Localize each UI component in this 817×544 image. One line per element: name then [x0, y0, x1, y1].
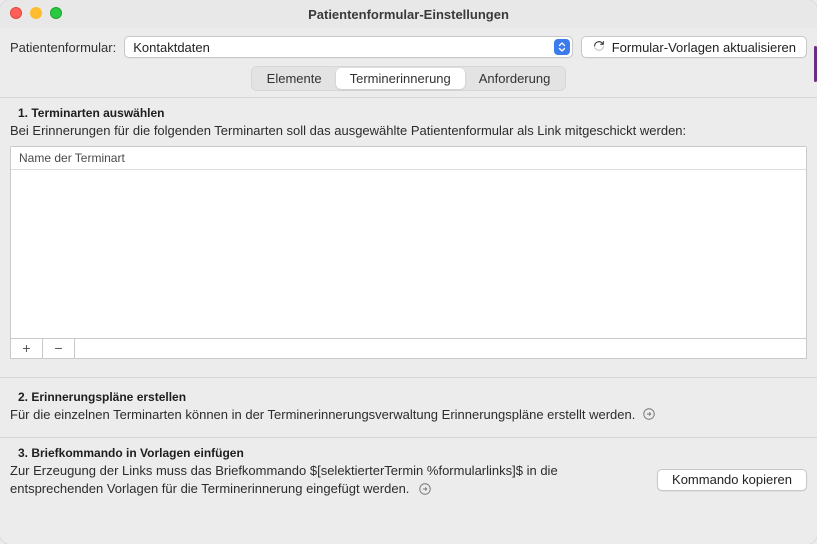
- tab-bar: Elemente Terminerinnerung Anforderung: [0, 66, 817, 97]
- titlebar: Patientenformular-Einstellungen: [0, 0, 817, 28]
- maximize-icon[interactable]: [50, 7, 62, 19]
- tab-terminerinnerung[interactable]: Terminerinnerung: [336, 68, 465, 89]
- minimize-icon[interactable]: [30, 7, 42, 19]
- section-2-heading: 2. Erinnerungspläne erstellen: [0, 382, 817, 406]
- settings-window: Patientenformular-Einstellungen Patiente…: [0, 0, 817, 544]
- section-1-heading: 1. Terminarten auswählen: [0, 98, 817, 122]
- table-column-header[interactable]: Name der Terminart: [11, 147, 806, 170]
- tab-anforderung[interactable]: Anforderung: [465, 68, 565, 89]
- jump-icon[interactable]: [417, 482, 432, 497]
- close-icon[interactable]: [10, 7, 22, 19]
- section-1-description: Bei Erinnerungen für die folgenden Termi…: [0, 122, 817, 146]
- form-select-value: Kontaktdaten: [133, 40, 554, 55]
- tab-elemente[interactable]: Elemente: [253, 68, 336, 89]
- section-2-description: Für die einzelnen Terminarten können in …: [10, 406, 635, 424]
- section-3-heading: 3. Briefkommando in Vorlagen einfügen: [0, 438, 817, 462]
- table-body[interactable]: [11, 170, 806, 338]
- chevron-up-down-icon: [554, 39, 570, 55]
- form-select[interactable]: Kontaktdaten: [124, 36, 573, 58]
- toolbar: Patientenformular: Kontaktdaten Formular…: [0, 28, 817, 66]
- appointment-type-table: Name der Terminart: [10, 146, 807, 339]
- window-controls: [10, 7, 62, 19]
- copy-command-label: Kommando kopieren: [672, 472, 792, 487]
- remove-row-button[interactable]: −: [43, 339, 75, 358]
- refresh-icon: [592, 39, 606, 56]
- table-footer: + −: [10, 339, 807, 359]
- form-select-label: Patientenformular:: [10, 40, 116, 55]
- table-footer-spacer: [75, 339, 806, 358]
- jump-icon[interactable]: [641, 407, 656, 422]
- section-3-description: Zur Erzeugung der Links muss das Briefko…: [10, 463, 558, 496]
- tab-segment: Elemente Terminerinnerung Anforderung: [251, 66, 567, 91]
- content-area: 1. Terminarten auswählen Bei Erinnerunge…: [0, 98, 817, 505]
- refresh-templates-label: Formular-Vorlagen aktualisieren: [612, 40, 796, 55]
- add-row-button[interactable]: +: [11, 339, 43, 358]
- window-title: Patientenformular-Einstellungen: [308, 7, 509, 22]
- refresh-templates-button[interactable]: Formular-Vorlagen aktualisieren: [581, 36, 807, 58]
- copy-command-button[interactable]: Kommando kopieren: [657, 469, 807, 491]
